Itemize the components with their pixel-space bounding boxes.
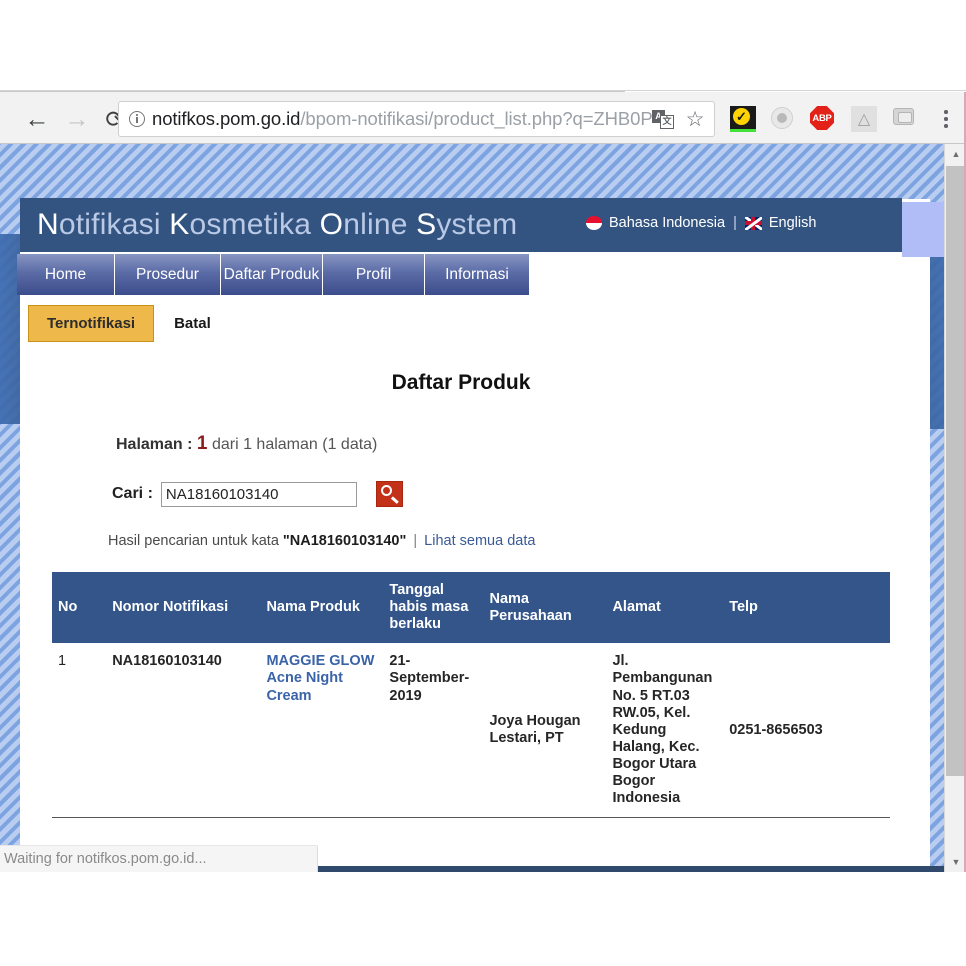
th-nama-produk: Nama Produk [260,572,384,644]
tab-batal[interactable]: Batal [154,306,231,341]
cell-nomor-notifikasi: NA18160103140 [106,643,261,819]
browser-tabstrip [0,0,966,92]
url-path: /bpom-notifikasi/product_list.php?q=ZHB0… [300,108,652,129]
nav-item-profil[interactable]: Profil [323,254,425,295]
pager-label: Halaman : [116,436,193,453]
nav-item-home[interactable]: Home [17,254,115,295]
nav-item-daftar-produk[interactable]: Daftar Produk [221,254,323,295]
lang-english-link[interactable]: English [769,215,817,231]
status-bar: Waiting for notifkos.pom.go.id... [0,845,318,872]
tab-ternotifikasi[interactable]: Ternotifikasi [28,305,155,342]
pagination-info: Halaman : 1 dari 1 halaman (1 data) [20,433,902,455]
table-row: 1 NA18160103140 MAGGIE GLOW Acne Night C… [52,643,890,819]
search-button[interactable] [375,481,403,507]
cell-alamat: Jl. Pembangunan No. 5 RT.03 RW.05, Kel. … [606,643,724,819]
info-circle-icon[interactable] [126,109,152,129]
forward-icon[interactable]: → [62,104,92,134]
norton-safe-web-icon[interactable]: ✓ [730,106,756,132]
adblock-label: ABP [810,106,834,130]
uk-flag-icon [744,216,762,230]
magnifier-icon [380,485,392,496]
view-all-data-link[interactable]: Lihat semua data [424,533,535,549]
th-nama-perusahaan: Nama Perusahaan [483,572,607,644]
table-body: 1 NA18160103140 MAGGIE GLOW Acne Night C… [52,643,890,819]
three-dot-menu-icon[interactable] [936,104,956,134]
cell-nama-produk: MAGGIE GLOW Acne Night Cream [260,643,384,819]
table-head: No Nomor Notifikasi Nama Produk Tanggal … [52,572,890,644]
page-title: Daftar Produk [391,371,531,394]
page-content: Daftar Produk Halaman : 1 dari 1 halaman… [20,349,902,819]
table-header-row: No Nomor Notifikasi Nama Produk Tanggal … [52,572,890,644]
page-viewport: Notifikasi Kosmetika Online System Bahas… [0,144,966,872]
search-note-keyword: "NA18160103140" [282,533,407,549]
browser-window: ← → ⟳ notifkos.pom.go.id/bpom-notifikasi… [0,0,966,966]
search-note-prefix: Hasil pencarian untuk kata [108,533,279,549]
translate-icon[interactable]: A文 [652,109,674,129]
indonesia-flag-icon [586,216,602,230]
cell-no: 1 [52,643,107,819]
nav-item-informasi[interactable]: Informasi [425,254,529,295]
lang-indonesia-link[interactable]: Bahasa Indonesia [609,215,725,231]
site-header: Notifikasi Kosmetika Online System Bahas… [20,198,902,252]
search-note-separator: | [413,533,418,549]
url-text: notifkos.pom.go.id/bpom-notifikasi/produ… [152,108,652,130]
th-telp: Telp [723,572,890,644]
search-input[interactable] [160,481,357,507]
header-right-gutter [902,202,946,257]
page-bottom-fill [0,872,966,966]
sub-tabs: Ternotifikasi Batal [28,305,231,342]
address-bar[interactable]: notifkos.pom.go.id/bpom-notifikasi/produ… [118,101,715,137]
product-link[interactable]: MAGGIE GLOW Acne Night Cream [266,653,374,703]
main-navigation: Home Prosedur Daftar Produk Profil Infor… [17,254,529,295]
product-table: No Nomor Notifikasi Nama Produk Tanggal … [52,572,890,819]
th-tanggal-berlaku: Tanggal habis masa berlaku [383,572,484,644]
th-no: No [52,572,107,644]
screenshot-icon[interactable] [892,106,918,132]
search-label: Cari : [112,485,153,502]
lang-separator: | [733,215,737,231]
scrollbar-thumb[interactable] [946,166,966,776]
language-switcher: Bahasa Indonesia | English [586,215,816,231]
magnifier-handle-icon [391,496,399,504]
search-row: Cari : [20,481,902,507]
pdf-viewer-icon[interactable]: △ [851,106,877,132]
url-host: notifkos.pom.go.id [152,108,301,129]
privacy-badger-icon[interactable] [770,106,796,132]
th-nomor-notifikasi: Nomor Notifikasi [106,572,261,644]
vertical-scrollbar[interactable]: ▲ ▼ [944,144,966,872]
back-icon[interactable]: ← [22,104,52,134]
scroll-up-icon[interactable]: ▲ [945,144,966,164]
cell-telp: 0251-8656503 [723,643,890,819]
cell-tanggal: 21-September-2019 [383,643,484,819]
search-result-note: Hasil pencarian untuk kata "NA1816010314… [20,533,902,549]
star-icon[interactable]: ☆ [682,109,708,130]
th-alamat: Alamat [606,572,724,644]
pager-suffix: dari 1 halaman (1 data) [211,436,378,453]
scroll-down-icon[interactable]: ▼ [945,852,966,872]
nav-item-prosedur[interactable]: Prosedur [115,254,221,295]
cell-nama-perusahaan: Joya Hougan Lestari, PT [483,643,607,819]
pager-current-page: 1 [196,433,208,454]
adblock-plus-icon[interactable]: ABP [810,106,836,132]
site-title: Notifikasi Kosmetika Online System [37,208,518,241]
